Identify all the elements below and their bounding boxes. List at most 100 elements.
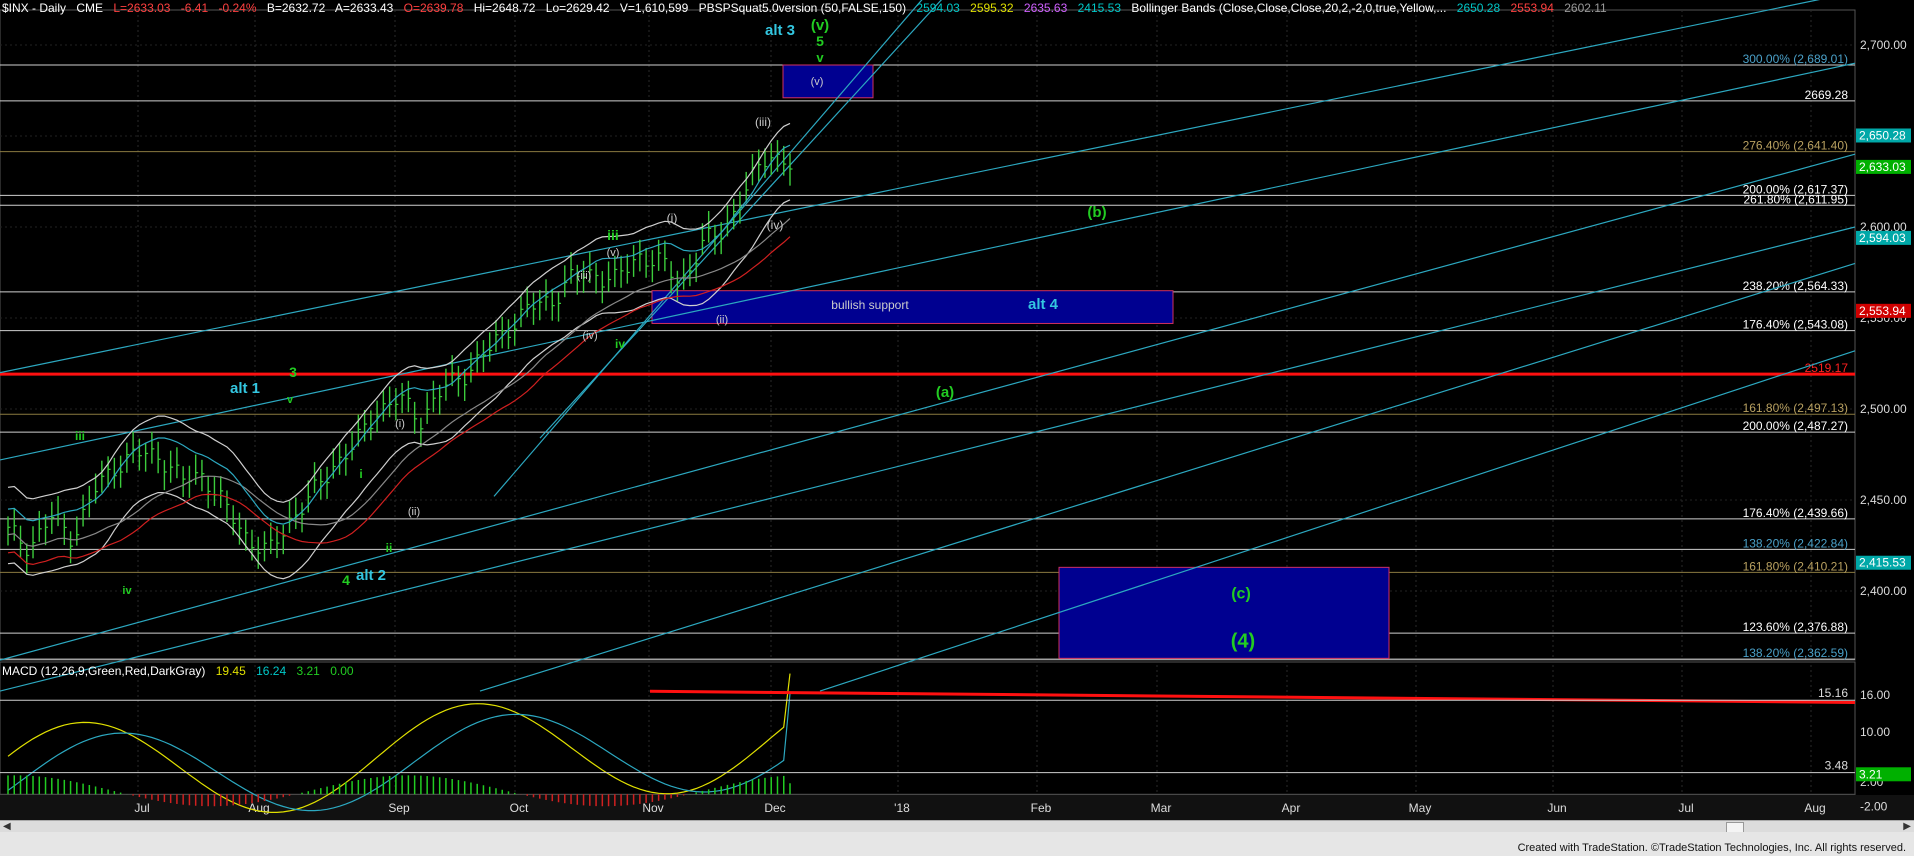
wave-label: alt 1 — [230, 380, 260, 397]
price-tick-label: 2,400.00 — [1860, 584, 1907, 598]
wave-label: 4 — [342, 572, 350, 588]
wave-label: (iii) — [755, 115, 771, 129]
price-tick-label: 2,450.00 — [1860, 493, 1907, 507]
fib-level-label: 2519.17 — [1805, 361, 1849, 375]
study2-val-2: 2553.94 — [1510, 1, 1554, 15]
macd-pane-border — [0, 661, 1856, 796]
open-price: O=2639.78 — [403, 1, 464, 15]
study1-val-1: 2594.03 — [916, 1, 960, 15]
study1-val-4: 2415.53 — [1077, 1, 1122, 15]
fib-level-label: 138.20% (2,422.84) — [1743, 536, 1848, 550]
wave-label: (i) — [667, 211, 678, 225]
bid-price: B=2632.72 — [266, 1, 326, 15]
fib-level-label: 176.40% (2,543.08) — [1743, 318, 1848, 332]
time-tick-label: Jun — [1547, 801, 1566, 815]
fib-level-label: 2669.28 — [1805, 88, 1849, 102]
macd-val-1: 19.45 — [215, 664, 246, 678]
time-tick-label: May — [1409, 801, 1432, 815]
price-pane-border — [0, 9, 1856, 661]
time-tick-label: Apr — [1282, 801, 1301, 815]
price-flag-text: 2,553.94 — [1859, 304, 1906, 318]
fib-level-label: 123.60% (2,376.88) — [1743, 620, 1848, 634]
wave-label: ii — [386, 541, 393, 555]
price-tick-label: 2,500.00 — [1860, 402, 1907, 416]
wave-label: (a) — [936, 384, 954, 401]
wave-label: (b) — [1087, 204, 1106, 221]
fib-level-label: 300.00% (2,689.01) — [1743, 52, 1848, 66]
ask-price: A=2633.43 — [334, 1, 394, 15]
channel-line — [0, 62, 1856, 461]
time-tick-label: Mar — [1151, 801, 1172, 815]
price-flag-text: 2,594.03 — [1859, 231, 1906, 245]
time-tick-label: Jul — [1678, 801, 1693, 815]
scroll-right-icon[interactable]: ▶ — [1903, 821, 1911, 832]
time-tick-label: Aug — [1804, 801, 1825, 815]
macd-header: MACD (12,26,9,Green,Red,DarkGray) 19.45 … — [2, 664, 361, 678]
channel-line — [0, 153, 1856, 661]
time-tick-label: Sep — [388, 801, 410, 815]
wave-label: alt 3 — [765, 22, 795, 39]
fib-level-label: 161.80% (2,410.21) — [1743, 559, 1848, 573]
study-cyan-line — [7, 144, 791, 525]
study1-val-3: 2635.63 — [1023, 1, 1068, 15]
fib-level-label: 238.20% (2,564.33) — [1743, 279, 1848, 293]
low-price: Lo=2629.42 — [545, 1, 610, 15]
time-tick-label: Nov — [642, 801, 663, 815]
wave-label: iii — [607, 227, 619, 243]
fib-level-label: 261.80% (2,611.95) — [1743, 192, 1848, 206]
wave-c-label: (c) — [1231, 585, 1251, 602]
target-box-v-label: (v) — [811, 76, 824, 88]
bollinger-lower-band — [7, 199, 791, 580]
price-flag-text: 2,633.03 — [1859, 160, 1906, 174]
macd-level-label: 3.48 — [1825, 759, 1849, 773]
wave-label: (i) — [395, 418, 405, 430]
fib-level-label: 161.80% (2,497.13) — [1743, 401, 1848, 415]
study1-label: PBSPSquat5.0version (50,FALSE,150) — [698, 1, 907, 15]
symbol-label: $INX - Daily — [2, 1, 67, 15]
wave-label: 5 — [816, 33, 824, 49]
wave-label: (v) — [811, 17, 829, 34]
wave-label: iii — [75, 429, 85, 443]
last-price: L=2633.03 — [113, 1, 171, 15]
macd-trend-line — [649, 689, 1856, 704]
change-value: -6.41 — [180, 1, 209, 15]
time-tick-label: '18 — [894, 801, 910, 815]
macd-val-4: 0.00 — [330, 664, 354, 678]
high-price: Hi=2648.72 — [473, 1, 536, 15]
fib-level-label: 200.00% (2,487.27) — [1743, 419, 1848, 433]
wave-label: (v) — [607, 247, 620, 259]
wave-label: iv — [615, 337, 625, 351]
change-pct: -0.24% — [218, 1, 257, 15]
wave-label: v — [816, 50, 824, 65]
wave-label: (iv) — [582, 330, 597, 342]
bullish-support-box — [651, 290, 1174, 324]
wave-label: (iii) — [577, 270, 592, 282]
macd-tick-label: 16.00 — [1860, 688, 1890, 702]
scroll-left-icon[interactable]: ◀ — [3, 821, 11, 832]
moving-average-gray — [7, 218, 791, 547]
price-flag-text: 2,415.53 — [1859, 556, 1906, 570]
price-chart[interactable]: Jul Aug Sep Oct Nov Dec '18 Feb Mar Apr May Jun Jul A… — [0, 0, 1914, 856]
fib-level-label: 176.40% (2,439.66) — [1743, 506, 1848, 520]
study2-val-1: 2650.28 — [1456, 1, 1501, 15]
alt4-label: alt 4 — [1028, 296, 1059, 313]
wave-label: i — [359, 467, 362, 481]
price-tick-label: 2,700.00 — [1860, 38, 1907, 52]
macd-flag-text: 3.21 — [1859, 767, 1883, 781]
copyright-text: Created with TradeStation. ©TradeStation… — [1517, 842, 1906, 854]
wave-4-label: (4) — [1231, 630, 1255, 652]
wave-label: alt 2 — [356, 567, 386, 584]
fib-level-label: 138.20% (2,362.59) — [1743, 646, 1848, 660]
macd-tick-label: -2.00 — [1860, 800, 1888, 814]
macd-line — [7, 673, 791, 813]
wave-label: 3 — [289, 364, 297, 380]
time-tick-label: Oct — [510, 801, 529, 815]
macd-val-3: 3.21 — [296, 664, 320, 678]
study1-val-2: 2595.32 — [970, 1, 1014, 15]
time-tick-label: Jul — [134, 801, 149, 815]
chart-header: $INX - Daily CME L=2633.03 -6.41 -0.24% … — [2, 1, 1614, 15]
wave-label: (ii) — [716, 314, 728, 326]
macd-tick-label: 10.00 — [1860, 725, 1890, 739]
exchange-label: CME — [76, 1, 104, 15]
macd-level-label: 15.16 — [1818, 686, 1848, 700]
